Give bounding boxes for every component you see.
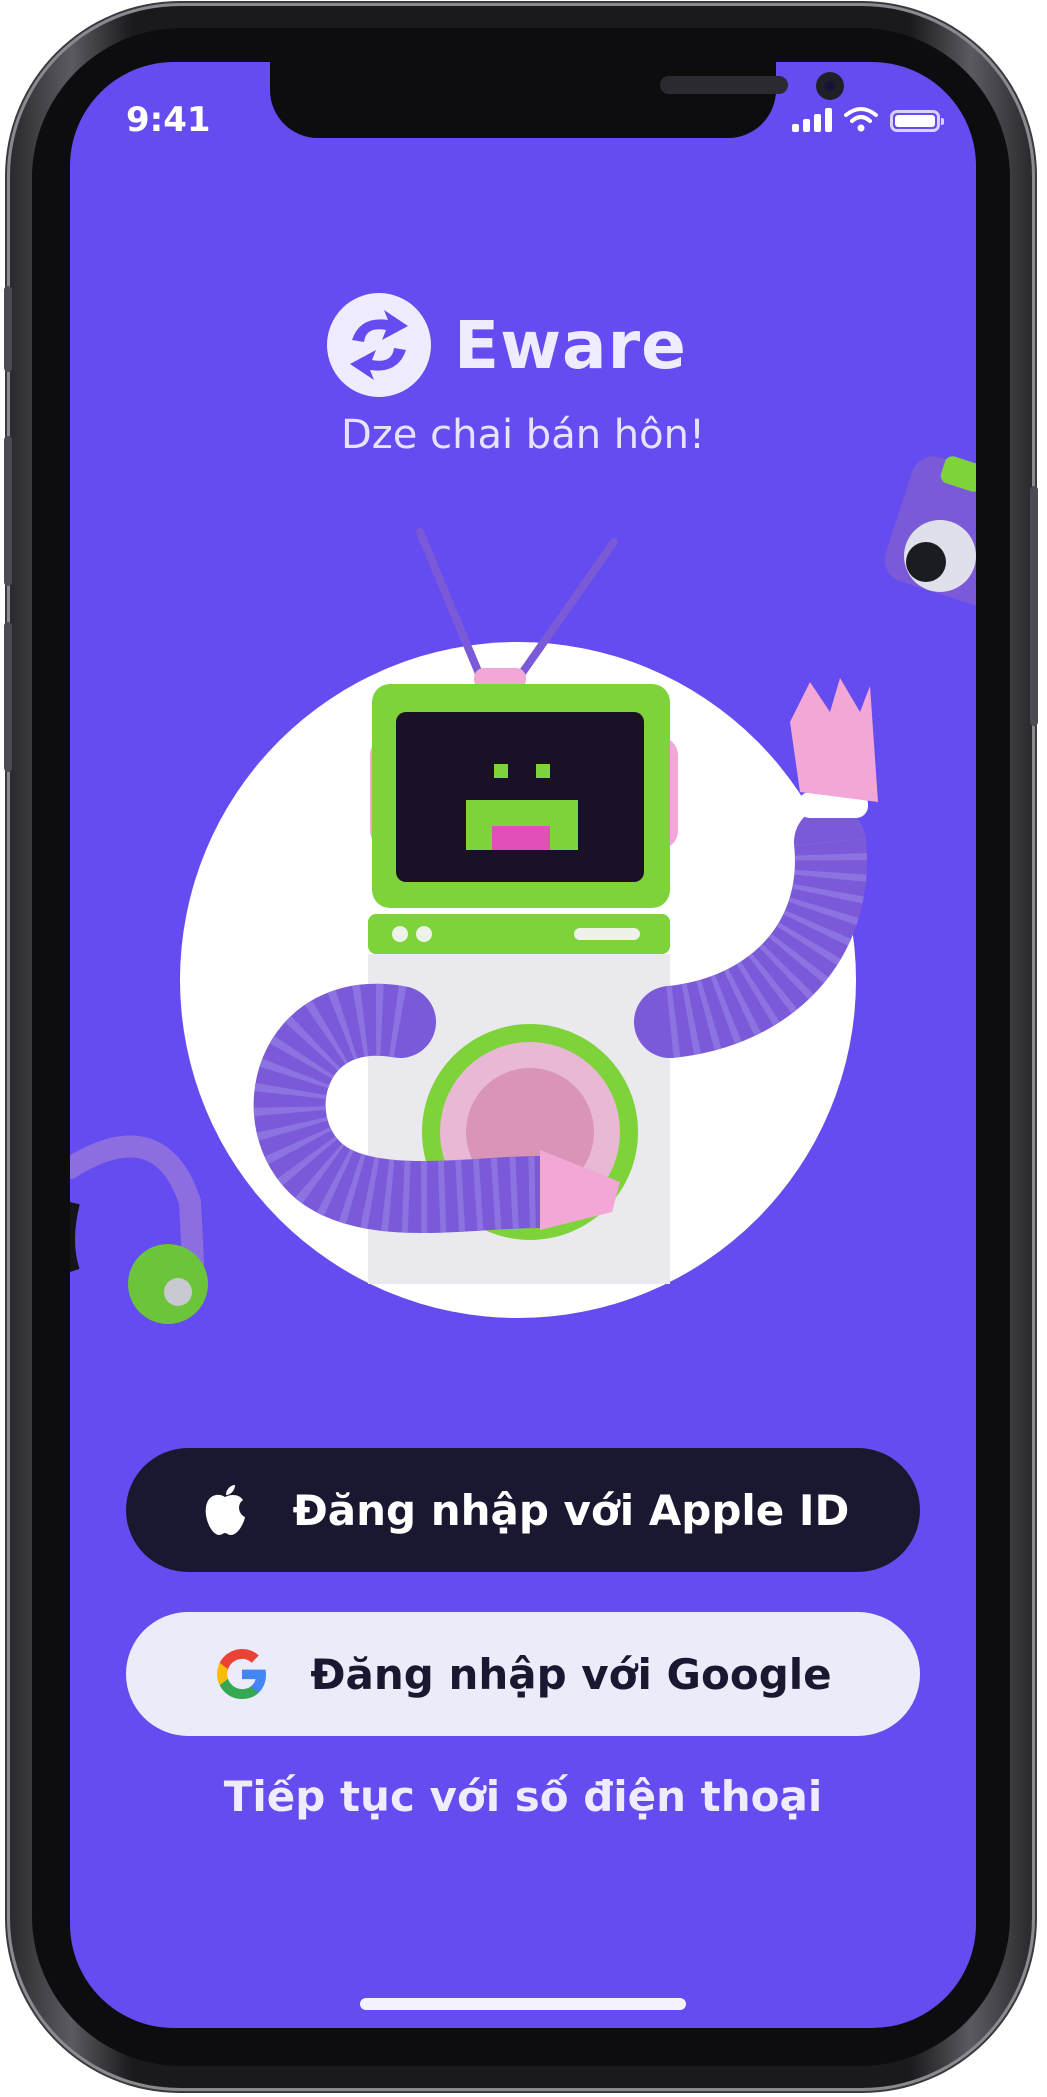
volume-down-button <box>4 622 12 772</box>
headphones-decoration <box>70 1135 208 1324</box>
sign-in-google-button[interactable]: Đăng nhập với Google <box>126 1612 920 1736</box>
sign-in-apple-label: Đăng nhập với Apple ID <box>292 1485 850 1535</box>
status-time: 9:41 <box>126 100 211 140</box>
brand-name: Eware <box>454 306 687 384</box>
brand-logo: Eware <box>324 290 687 400</box>
device-notch <box>270 62 844 138</box>
cellular-signal-icon <box>792 108 832 132</box>
earpiece-speaker <box>660 76 788 94</box>
camera-decoration <box>884 456 976 606</box>
battery-icon <box>890 110 944 132</box>
front-camera <box>816 72 844 100</box>
hero-illustration <box>70 456 976 1324</box>
wifi-icon <box>844 107 878 132</box>
apple-icon <box>197 1482 253 1538</box>
brand-tagline: Dze chai bán hôn! <box>341 412 705 458</box>
sign-in-google-label: Đăng nhập với Google <box>310 1649 832 1699</box>
silent-switch <box>4 286 12 372</box>
app-screen: 9:41 Eware Dze chai bán hôn! Đăng nhập v… <box>70 62 976 2028</box>
volume-up-button <box>4 436 12 586</box>
power-button <box>1030 486 1038 726</box>
sign-in-apple-button[interactable]: Đăng nhập với Apple ID <box>126 1448 920 1572</box>
continue-with-phone-link[interactable]: Tiếp tục với số điện thoại <box>70 1772 976 1821</box>
eware-logo-icon <box>327 293 431 397</box>
status-icons <box>792 106 944 132</box>
home-indicator[interactable] <box>360 1998 686 2010</box>
google-icon <box>214 1646 270 1702</box>
